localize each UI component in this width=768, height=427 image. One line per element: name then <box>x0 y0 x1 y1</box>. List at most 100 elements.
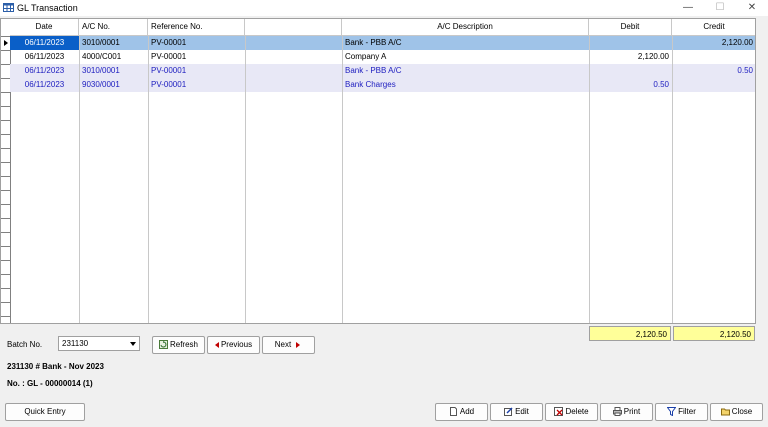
batch-no-value: 231130 <box>62 339 89 348</box>
minimize-button[interactable]: — <box>676 0 700 16</box>
total-credit: 2,120.50 <box>673 326 755 341</box>
column-header-blank[interactable] <box>245 19 342 35</box>
document-number: No. : GL - 00000014 (1) <box>7 379 93 388</box>
cell-debit[interactable]: 0.50 <box>589 78 672 92</box>
column-header-credit[interactable]: Credit <box>672 19 755 35</box>
table-icon <box>3 3 14 12</box>
arrow-right-icon <box>296 341 301 348</box>
cell-ac-description[interactable]: Company A <box>342 50 589 64</box>
cell-ac-description[interactable]: Bank Charges <box>342 78 589 92</box>
table-row[interactable]: 06/11/2023 9030/0001 PV-00001 Bank Charges 0… <box>10 78 755 92</box>
filter-label: Filter <box>678 407 696 416</box>
cell-ac-no[interactable]: 3010/0001 <box>79 64 148 78</box>
edit-button[interactable]: Edit <box>490 403 543 421</box>
cell-ac-description[interactable]: Bank - PBB A/C <box>342 36 589 50</box>
row-indicator-line <box>1 190 10 191</box>
column-header-ac-description[interactable]: A/C Description <box>342 19 589 35</box>
cell-debit[interactable] <box>589 36 672 50</box>
total-debit: 2,120.50 <box>589 326 671 341</box>
previous-label: Previous <box>220 340 253 349</box>
row-indicator-line <box>1 246 10 247</box>
cell-blank[interactable] <box>245 64 342 78</box>
cell-reference-no[interactable]: PV-00001 <box>148 64 245 78</box>
column-header-reference-no[interactable]: Reference No. <box>148 19 245 35</box>
print-button[interactable]: Print <box>600 403 653 421</box>
cell-reference-no[interactable]: PV-00001 <box>148 50 245 64</box>
row-indicator-line <box>1 260 10 261</box>
table-row[interactable]: 06/11/2023 3010/0001 PV-00001 Bank - PBB A/… <box>10 36 755 50</box>
dropdown-arrow-icon[interactable] <box>127 337 139 350</box>
edit-icon <box>504 407 513 417</box>
cell-ac-no[interactable]: 3010/0001 <box>79 36 148 50</box>
current-row-arrow-icon <box>4 40 8 46</box>
grid-line <box>342 35 343 323</box>
cell-ac-no[interactable]: 4000/C001 <box>79 50 148 64</box>
column-header-debit[interactable]: Debit <box>589 19 672 35</box>
batch-description: 231130 # Bank - Nov 2023 <box>7 362 104 371</box>
quick-entry-label: Quick Entry <box>24 407 66 416</box>
cell-debit[interactable] <box>589 64 672 78</box>
folder-icon <box>720 408 730 416</box>
cell-date[interactable]: 06/11/2023 <box>10 64 79 78</box>
next-button[interactable]: Next <box>262 336 315 354</box>
refresh-button[interactable]: Refresh <box>152 336 205 354</box>
previous-button[interactable]: Previous <box>207 336 260 354</box>
cell-date[interactable]: 06/11/2023 <box>10 36 79 50</box>
row-indicator-line <box>1 232 10 233</box>
add-label: Add <box>459 407 475 416</box>
batch-no-label: Batch No. <box>7 340 43 349</box>
row-indicator-line <box>1 288 10 289</box>
refresh-label: Refresh <box>169 340 198 349</box>
cell-credit[interactable]: 0.50 <box>672 64 755 78</box>
row-indicator-line <box>1 316 10 317</box>
delete-button[interactable]: Delete <box>545 403 598 421</box>
cell-ac-no[interactable]: 9030/0001 <box>79 78 148 92</box>
row-indicator-line <box>1 36 10 37</box>
row-indicator-line <box>1 78 10 79</box>
cell-blank[interactable] <box>245 50 342 64</box>
add-document-icon <box>449 407 457 417</box>
maximize-button[interactable]: ☐ <box>708 0 732 16</box>
row-indicator-line <box>1 64 10 65</box>
close-window-button[interactable]: ✕ <box>740 0 764 16</box>
row-indicator-line <box>1 218 10 219</box>
batch-no-combo[interactable]: 231130 <box>58 336 140 351</box>
cell-blank[interactable] <box>245 36 342 50</box>
grid-line <box>589 35 590 323</box>
cell-credit[interactable]: 2,120.00 <box>672 36 755 50</box>
edit-label: Edit <box>515 407 529 416</box>
row-indicator-line <box>1 302 10 303</box>
grid-line <box>148 35 149 323</box>
table-row[interactable]: 06/11/2023 3010/0001 PV-00001 Bank - PBB A/… <box>10 64 755 78</box>
add-button[interactable]: Add <box>435 403 488 421</box>
cell-credit[interactable] <box>672 50 755 64</box>
cell-reference-no[interactable]: PV-00001 <box>148 78 245 92</box>
row-indicator-line <box>1 148 10 149</box>
row-indicator-line <box>1 92 10 93</box>
column-header-date[interactable]: Date <box>10 19 79 35</box>
close-button[interactable]: Close <box>710 403 763 421</box>
grid-header: Date A/C No. Reference No. A/C Descripti… <box>10 19 755 36</box>
cell-ac-description[interactable]: Bank - PBB A/C <box>342 64 589 78</box>
printer-icon <box>612 407 622 417</box>
cell-credit[interactable] <box>672 78 755 92</box>
row-indicator-line <box>1 204 10 205</box>
title-bar: GL Transaction — ☐ ✕ <box>0 0 768 16</box>
grid-line <box>79 35 80 323</box>
grid-line <box>245 35 246 323</box>
filter-button[interactable]: Filter <box>655 403 708 421</box>
cell-blank[interactable] <box>245 78 342 92</box>
cell-date[interactable]: 06/11/2023 <box>10 50 79 64</box>
refresh-icon <box>158 340 168 350</box>
transaction-grid[interactable]: Date A/C No. Reference No. A/C Descripti… <box>0 18 756 324</box>
cell-reference-no[interactable]: PV-00001 <box>148 36 245 50</box>
quick-entry-button[interactable]: Quick Entry <box>5 403 85 421</box>
row-indicator-line <box>1 162 10 163</box>
delete-icon <box>554 407 564 417</box>
column-header-ac-no[interactable]: A/C No. <box>79 19 148 35</box>
close-label: Close <box>731 407 753 416</box>
cell-date[interactable]: 06/11/2023 <box>10 78 79 92</box>
table-row[interactable]: 06/11/2023 4000/C001 PV-00001 Company A 2,12… <box>10 50 755 64</box>
cell-debit[interactable]: 2,120.00 <box>589 50 672 64</box>
row-indicator-line <box>1 106 10 107</box>
